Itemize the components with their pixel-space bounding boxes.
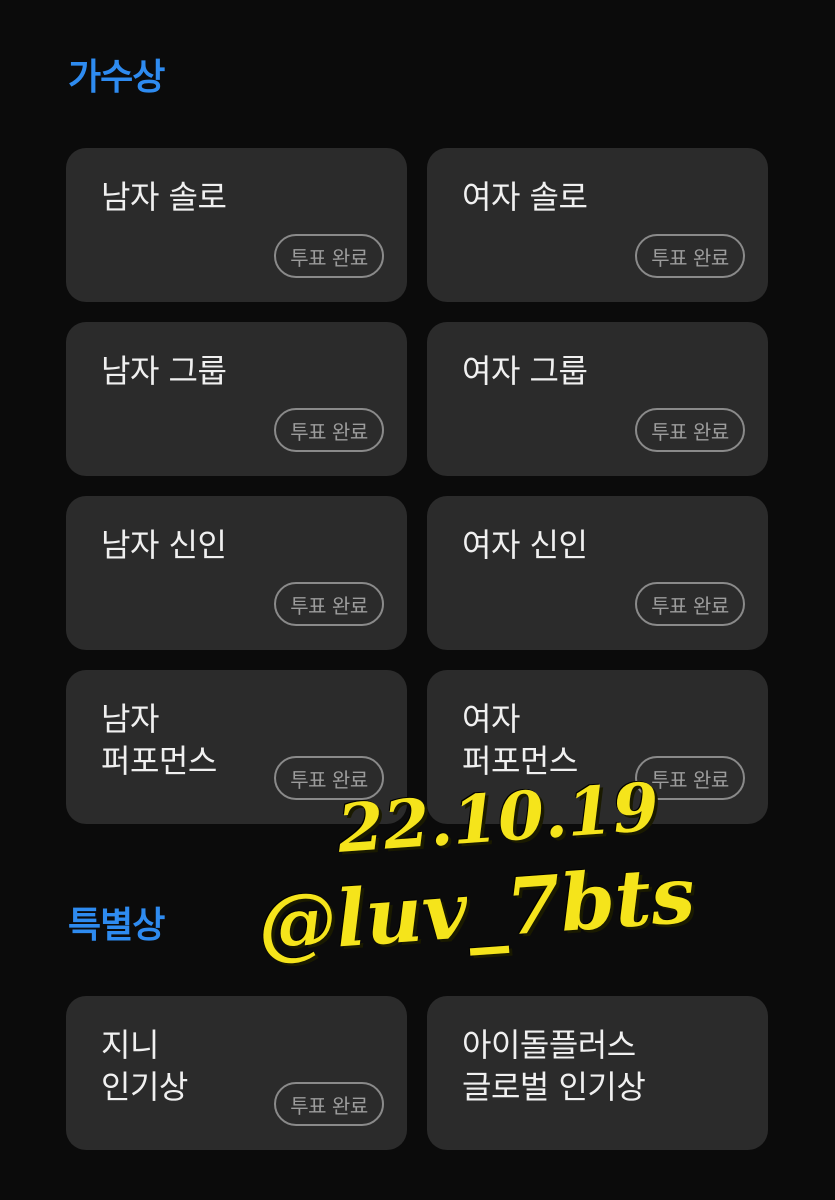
award-card-label: 여자 솔로 xyxy=(462,178,588,216)
award-card-male-group[interactable]: 남자 그룹 투표 완료 xyxy=(66,322,407,476)
award-card-genie-popularity[interactable]: 지니 인기상 투표 완료 xyxy=(66,996,407,1150)
award-card-female-solo[interactable]: 여자 솔로 투표 완료 xyxy=(427,148,768,302)
watermark-handle: @luv_7bts xyxy=(255,849,698,971)
award-card-female-group[interactable]: 여자 그룹 투표 완료 xyxy=(427,322,768,476)
award-card-label: 여자 신인 xyxy=(462,526,588,564)
award-card-label: 남자 솔로 xyxy=(101,178,227,216)
award-card-label: 남자 그룹 xyxy=(101,352,227,390)
award-card-label: 남자 신인 xyxy=(101,526,227,564)
vote-complete-badge: 투표 완료 xyxy=(274,756,384,800)
award-card-label: 남자 퍼포먼스 xyxy=(101,700,217,780)
award-card-label: 지니 인기상 xyxy=(101,1026,188,1106)
section-title-special: 특별상 xyxy=(68,905,165,946)
singer-award-grid: 남자 솔로 투표 완료 여자 솔로 투표 완료 남자 그룹 투표 완료 여자 그… xyxy=(66,148,768,824)
award-card-female-performance[interactable]: 여자 퍼포먼스 투표 완료 xyxy=(427,670,768,824)
award-card-label: 아이돌플러스 글로벌 인기상 xyxy=(462,1026,646,1106)
award-card-male-solo[interactable]: 남자 솔로 투표 완료 xyxy=(66,148,407,302)
vote-complete-badge: 투표 완료 xyxy=(274,234,384,278)
award-card-female-rookie[interactable]: 여자 신인 투표 완료 xyxy=(427,496,768,650)
vote-complete-badge: 투표 완료 xyxy=(274,1082,384,1126)
award-card-male-rookie[interactable]: 남자 신인 투표 완료 xyxy=(66,496,407,650)
vote-complete-badge: 투표 완료 xyxy=(635,234,745,278)
award-card-idolplus-global-popularity[interactable]: 아이돌플러스 글로벌 인기상 xyxy=(427,996,768,1150)
award-card-label: 여자 그룹 xyxy=(462,352,588,390)
section-title-singer: 가수상 xyxy=(68,57,165,98)
special-award-grid: 지니 인기상 투표 완료 아이돌플러스 글로벌 인기상 xyxy=(66,996,768,1150)
vote-complete-badge: 투표 완료 xyxy=(635,408,745,452)
award-card-male-performance[interactable]: 남자 퍼포먼스 투표 완료 xyxy=(66,670,407,824)
vote-complete-badge: 투표 완료 xyxy=(635,756,745,800)
vote-complete-badge: 투표 완료 xyxy=(635,582,745,626)
award-card-label: 여자 퍼포먼스 xyxy=(462,700,578,780)
vote-complete-badge: 투표 완료 xyxy=(274,408,384,452)
vote-complete-badge: 투표 완료 xyxy=(274,582,384,626)
